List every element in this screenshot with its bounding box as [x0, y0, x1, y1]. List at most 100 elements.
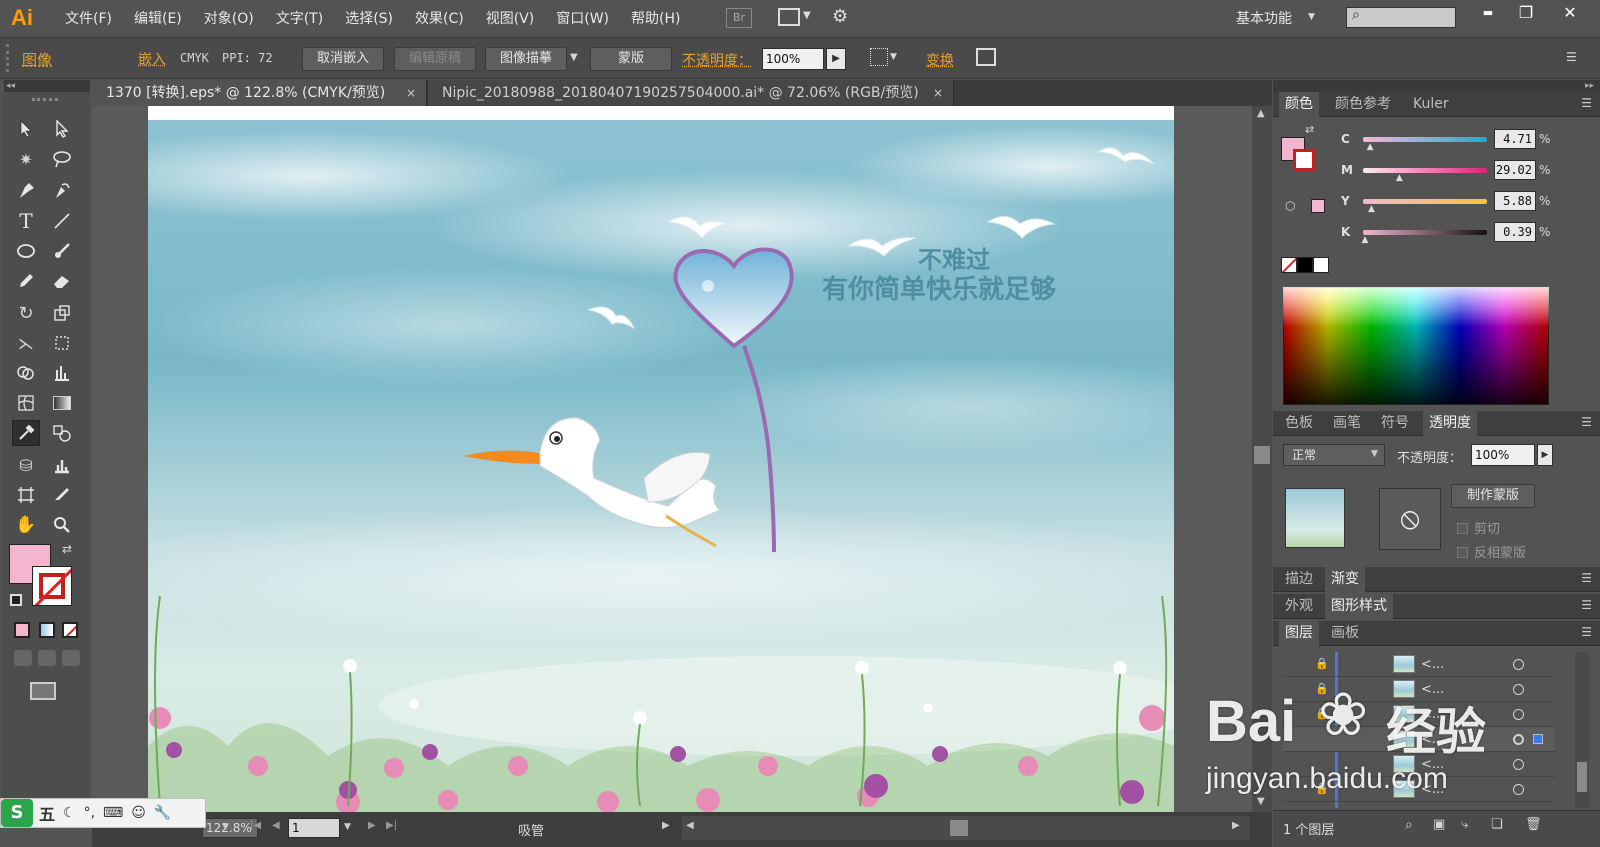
- tab-kuler[interactable]: Kuler: [1407, 92, 1455, 117]
- column-graph-tool-icon[interactable]: [48, 452, 76, 478]
- pen-tool-icon[interactable]: [12, 178, 40, 204]
- chevron-down-icon[interactable]: ▼: [222, 822, 229, 832]
- tab-symbols[interactable]: 符号: [1375, 411, 1415, 436]
- blend-tool-icon[interactable]: [48, 420, 76, 446]
- panel-menu-icon[interactable]: ☰: [1581, 96, 1592, 110]
- target-icon[interactable]: [1513, 784, 1524, 795]
- hand-tool-icon[interactable]: ✋: [12, 512, 40, 538]
- new-sublayer-icon[interactable]: ⤷: [1461, 817, 1468, 832]
- draw-behind-icon[interactable]: [38, 650, 56, 666]
- last-page-icon[interactable]: ▶|: [386, 820, 397, 831]
- paintbrush-tool-icon[interactable]: [48, 238, 76, 264]
- tab-artboards[interactable]: 画板: [1325, 621, 1365, 646]
- horizontal-scrollbar[interactable]: ◀ ▶: [682, 816, 1250, 840]
- slider-track-y[interactable]: [1363, 199, 1487, 204]
- embed-label[interactable]: 嵌入: [138, 49, 166, 69]
- screen-mode-icon[interactable]: [30, 682, 56, 700]
- menu-view[interactable]: 视图(V): [475, 8, 546, 28]
- slider-thumb-c[interactable]: ▲: [1367, 142, 1374, 152]
- opacity-field[interactable]: 100%: [1471, 444, 1535, 466]
- mesh-tool-icon[interactable]: [12, 390, 40, 416]
- arrange-documents-icon[interactable]: [778, 8, 800, 26]
- free-transform-tool-icon[interactable]: [48, 330, 76, 356]
- gamut-color-swatch[interactable]: [1311, 199, 1325, 213]
- panel-menu-icon[interactable]: ☰: [1581, 598, 1592, 612]
- direct-selection-tool-icon[interactable]: [48, 116, 76, 142]
- m-value-field[interactable]: 29.02: [1494, 160, 1536, 180]
- invert-mask-checkbox[interactable]: 反相蒙版: [1457, 542, 1526, 561]
- close-button[interactable]: ✕: [1552, 0, 1588, 28]
- dock-collapse[interactable]: ▸▸: [1273, 80, 1600, 92]
- stroke-swatch[interactable]: [32, 566, 72, 606]
- scroll-thumb[interactable]: [1254, 446, 1270, 464]
- prev-page-icon[interactable]: ◀: [272, 820, 280, 831]
- close-icon[interactable]: ×: [933, 80, 943, 106]
- toolbox-collapse[interactable]: ◂◂: [4, 80, 90, 92]
- rotate-tool-icon[interactable]: ↻: [12, 300, 40, 326]
- chevron-down-icon[interactable]: ▼: [344, 822, 351, 832]
- chevron-down-icon[interactable]: ▼: [890, 52, 897, 62]
- selection-tool-icon[interactable]: [12, 116, 40, 142]
- keyboard-icon[interactable]: ⌨: [103, 805, 123, 821]
- selection-indicator[interactable]: [1533, 734, 1543, 744]
- draw-normal-icon[interactable]: [14, 650, 32, 666]
- tab-gradient[interactable]: 渐变: [1325, 567, 1365, 592]
- artboard-tool-icon[interactable]: [12, 482, 40, 508]
- minimize-button[interactable]: ▬: [1470, 0, 1506, 28]
- draw-inside-icon[interactable]: [62, 650, 80, 666]
- tab-layers[interactable]: 图层: [1279, 621, 1319, 646]
- chevron-down-icon[interactable]: ▼: [570, 52, 578, 63]
- wrench-icon[interactable]: 🔧: [154, 805, 171, 821]
- lock-icon[interactable]: 🔒: [1315, 657, 1329, 670]
- graph-tool-icon[interactable]: [48, 360, 76, 386]
- y-value-field[interactable]: 5.88: [1494, 191, 1536, 211]
- ellipse-tool-icon[interactable]: [12, 238, 40, 264]
- scroll-right-icon[interactable]: ▶: [1232, 820, 1240, 831]
- menu-effect[interactable]: 效果(C): [404, 8, 475, 28]
- scroll-left-icon[interactable]: ◀: [686, 820, 694, 831]
- artwork-thumbnail[interactable]: [1285, 488, 1345, 548]
- swap-colors-icon[interactable]: ⇄: [62, 542, 72, 556]
- tab-document-2[interactable]: Nipic_20180988_20180407190257504000.ai* …: [428, 80, 954, 106]
- shape-builder-tool-icon[interactable]: [12, 360, 40, 386]
- scroll-thumb[interactable]: [950, 820, 968, 836]
- target-icon[interactable]: [1513, 709, 1524, 720]
- align-icon[interactable]: [870, 48, 888, 66]
- tab-appearance[interactable]: 外观: [1279, 594, 1319, 619]
- symbol-sprayer-tool-icon[interactable]: ⛁: [12, 452, 40, 478]
- lasso-tool-icon[interactable]: [48, 146, 76, 172]
- menu-window[interactable]: 窗口(W): [545, 8, 620, 28]
- menu-file[interactable]: 文件(F): [54, 8, 123, 28]
- punctuation-icon[interactable]: °,: [84, 805, 95, 821]
- gpu-performance-icon[interactable]: ⚙: [832, 6, 848, 27]
- isolate-icon[interactable]: [976, 48, 996, 66]
- blend-mode-select[interactable]: 正常: [1283, 444, 1385, 466]
- out-of-gamut-cube-icon[interactable]: ⬡: [1285, 199, 1295, 213]
- restore-button[interactable]: ❐: [1508, 0, 1544, 28]
- scroll-up-icon[interactable]: ▲: [1257, 108, 1265, 119]
- color-panel-stroke-swatch[interactable]: [1293, 149, 1315, 171]
- k-value-field[interactable]: 0.39: [1494, 222, 1536, 242]
- panel-menu-icon[interactable]: ☰: [1566, 50, 1577, 64]
- curvature-tool-icon[interactable]: [48, 178, 76, 204]
- pencil-tool-icon[interactable]: [12, 268, 40, 294]
- opacity-label[interactable]: 不透明度：: [682, 50, 752, 70]
- default-colors-icon[interactable]: [10, 594, 22, 606]
- tab-graphic-styles[interactable]: 图形样式: [1325, 594, 1393, 619]
- none-mode-button[interactable]: [62, 622, 78, 638]
- artboard[interactable]: 不难过 有你简单快乐就足够: [148, 106, 1174, 812]
- slider-track-k[interactable]: [1363, 230, 1487, 235]
- delete-layer-icon[interactable]: 🗑: [1525, 817, 1542, 832]
- tab-document-1[interactable]: 1370 [转换].eps* @ 122.8% (CMYK/预览) ×: [92, 80, 427, 106]
- transform-label[interactable]: 变换: [926, 50, 954, 70]
- slider-track-c[interactable]: [1363, 137, 1487, 142]
- status-menu-arrow[interactable]: ▶: [662, 820, 670, 831]
- slider-thumb-m[interactable]: ▲: [1396, 173, 1403, 183]
- target-icon[interactable]: [1513, 684, 1524, 695]
- bridge-button[interactable]: Br: [726, 8, 752, 28]
- menu-type[interactable]: 文字(T): [265, 8, 334, 28]
- panel-gripper[interactable]: [6, 44, 9, 72]
- moon-icon[interactable]: ☾: [63, 805, 76, 821]
- target-icon[interactable]: [1513, 659, 1524, 670]
- ime-mode[interactable]: 五: [39, 801, 55, 825]
